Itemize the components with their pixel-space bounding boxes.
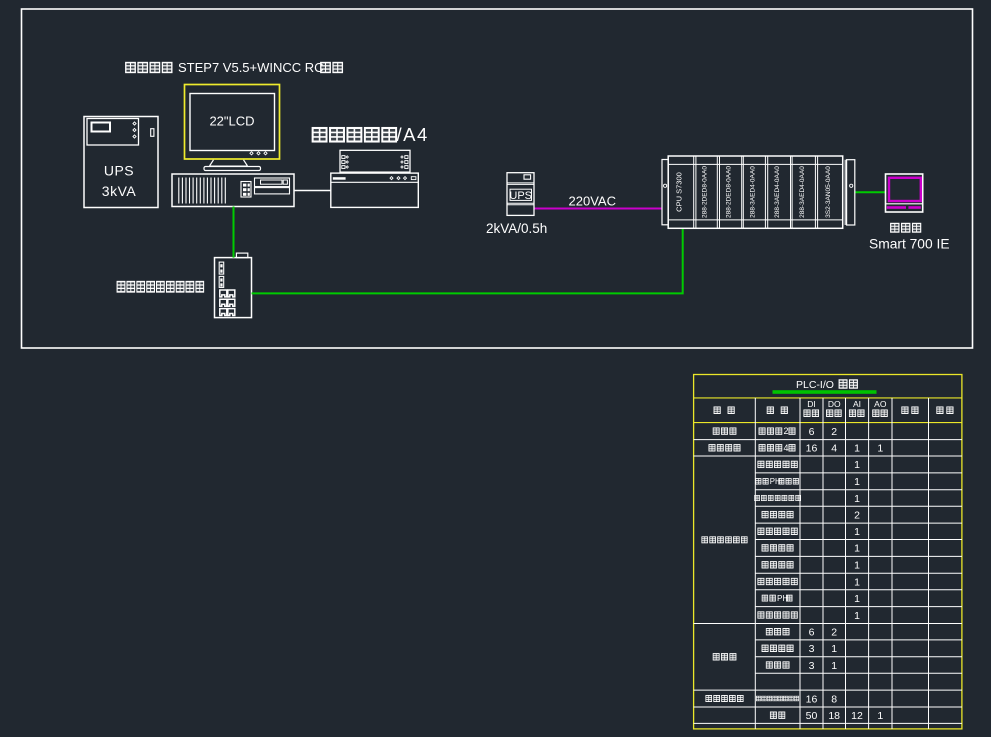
- svg-text:288-2DED8-0AA0: 288-2DED8-0AA0: [726, 166, 733, 218]
- svg-text:CPU S7300: CPU S7300: [675, 172, 684, 212]
- svg-text:1: 1: [854, 576, 860, 588]
- svg-text:1: 1: [854, 543, 860, 555]
- svg-text:18: 18: [828, 710, 840, 722]
- svg-text:3: 3: [809, 660, 815, 672]
- svg-text:16: 16: [806, 693, 818, 705]
- svg-text:8: 8: [831, 693, 837, 705]
- svg-text:/A4: /A4: [397, 124, 429, 145]
- svg-text:Smart 700 IE: Smart 700 IE: [869, 237, 950, 252]
- svg-text:288-3AED4-0AA0: 288-3AED4-0AA0: [774, 166, 781, 218]
- svg-text:16: 16: [806, 443, 818, 455]
- svg-text:50: 50: [806, 710, 818, 722]
- svg-text:UPS: UPS: [509, 190, 532, 202]
- svg-text:STEP7 V5.5+WINCC RC: STEP7 V5.5+WINCC RC: [178, 60, 324, 75]
- svg-text:3: 3: [809, 643, 815, 655]
- svg-text:1: 1: [854, 526, 860, 538]
- svg-text:4: 4: [784, 443, 789, 453]
- svg-text:3S2-3AN05-0AA0: 3S2-3AN05-0AA0: [825, 166, 832, 218]
- svg-text:AO: AO: [874, 399, 887, 409]
- svg-text:1: 1: [831, 643, 837, 655]
- svg-text:3kVA: 3kVA: [102, 183, 137, 199]
- svg-text:2: 2: [784, 426, 789, 436]
- svg-text:1: 1: [854, 560, 860, 572]
- svg-text:288-3AED4-0AA0: 288-3AED4-0AA0: [799, 166, 806, 218]
- svg-text:288-2DED8-0AA0: 288-2DED8-0AA0: [702, 166, 709, 218]
- svg-text:DO: DO: [828, 399, 841, 409]
- svg-text:22"LCD: 22"LCD: [209, 114, 254, 129]
- svg-text:1: 1: [854, 459, 860, 471]
- svg-text:4: 4: [831, 443, 837, 455]
- svg-text:2: 2: [831, 426, 837, 438]
- svg-text:2: 2: [831, 626, 837, 638]
- svg-text:DI: DI: [807, 399, 816, 409]
- svg-text:1: 1: [854, 593, 860, 605]
- svg-text:1: 1: [877, 710, 883, 722]
- svg-text:1: 1: [854, 610, 860, 622]
- svg-text:PLC-I/O: PLC-I/O: [796, 379, 834, 391]
- svg-text:2: 2: [854, 509, 860, 521]
- svg-text:AI: AI: [853, 399, 861, 409]
- svg-text:6: 6: [809, 426, 815, 438]
- svg-text:12: 12: [851, 710, 863, 722]
- svg-text:220VAC: 220VAC: [569, 194, 616, 209]
- svg-text:1: 1: [854, 443, 860, 455]
- svg-text:1: 1: [877, 443, 883, 455]
- svg-text:6: 6: [809, 626, 815, 638]
- svg-text:1: 1: [831, 660, 837, 672]
- svg-text:2kVA/0.5h: 2kVA/0.5h: [486, 221, 547, 236]
- svg-text:UPS: UPS: [104, 163, 134, 179]
- svg-text:1: 1: [854, 476, 860, 488]
- svg-text:288-3AED4-0AA0: 288-3AED4-0AA0: [750, 166, 757, 218]
- svg-text:1: 1: [854, 493, 860, 505]
